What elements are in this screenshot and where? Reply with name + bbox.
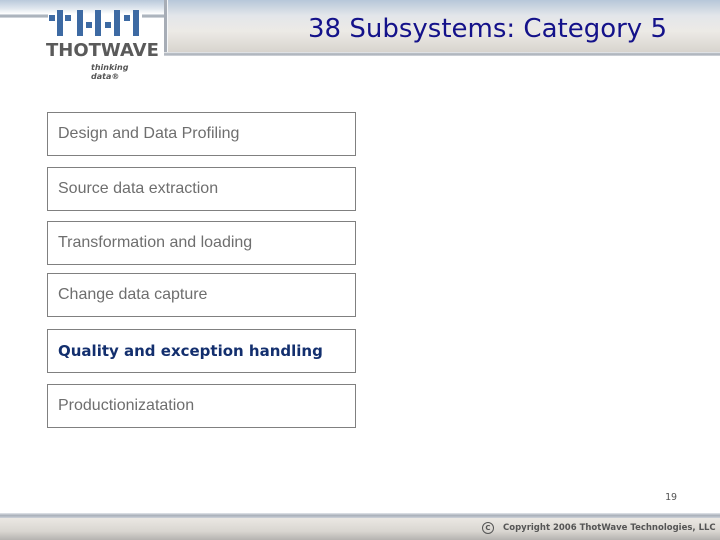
logo-wordmark: THOTWAVE — [46, 40, 159, 61]
subsystem-item-quality-exception[interactable]: Quality and exception handling — [47, 329, 356, 373]
logo-bars-icon — [49, 10, 141, 36]
page-title: 38 Subsystems: Category 5 — [308, 14, 667, 44]
subsystem-item-change-data-capture[interactable]: Change data capture — [47, 273, 356, 317]
copyright-icon: C — [482, 522, 494, 534]
header-panel: 38 Subsystems: Category 5 — [164, 0, 720, 56]
subsystem-item-source-extraction[interactable]: Source data extraction — [47, 167, 356, 211]
copyright-text: Copyright 2006 ThotWave Technologies, LL… — [503, 523, 716, 533]
page-number: 19 — [664, 492, 677, 503]
logo-tagline: thinking data® — [91, 63, 129, 81]
header-rule-left — [0, 14, 48, 18]
copyright-notice: C Copyright 2006 ThotWave Technologies, … — [482, 522, 716, 534]
footer-bar: C Copyright 2006 ThotWave Technologies, … — [0, 518, 720, 540]
thotwave-logo: THOTWAVE thinking data® — [44, 10, 159, 81]
subsystem-item-design-profiling[interactable]: Design and Data Profiling — [47, 112, 356, 156]
subsystem-item-transformation-loading[interactable]: Transformation and loading — [47, 221, 356, 265]
subsystem-item-productionization[interactable]: Productionizatation — [47, 384, 356, 428]
